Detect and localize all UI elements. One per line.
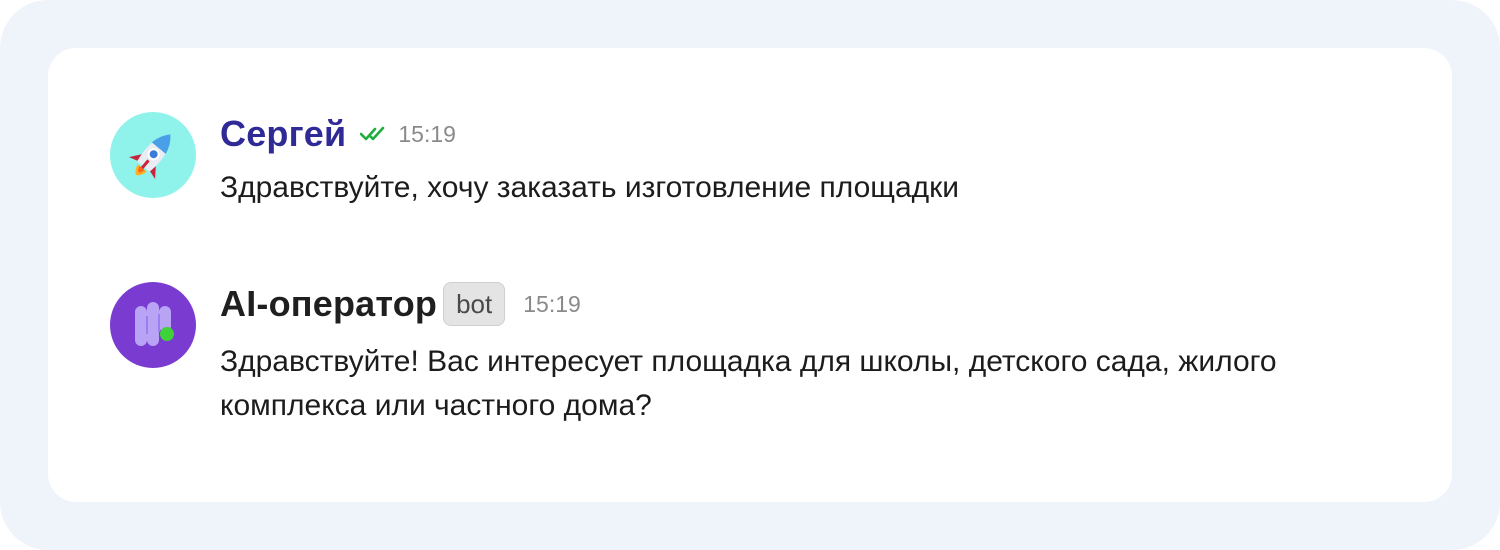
double-check-icon [360,125,390,143]
message-text: Здравствуйте! Вас интересует площадка дл… [220,345,1277,422]
message-time: 15:19 [398,120,456,147]
rocket-icon [129,134,171,179]
bot-avatar[interactable] [110,282,196,368]
author-name[interactable]: AI-оператор [220,283,437,325]
message-meta: AI-оператор bot 15:19 [220,282,581,326]
message-meta: Сергей 15:19 [220,112,456,156]
user-avatar[interactable] [110,112,196,198]
author-name[interactable]: Сергей [220,113,346,155]
bot-badge: bot [443,282,506,326]
message-text: Здравствуйте, хочу заказать изготовление… [220,171,960,204]
chat-card: Сергей 15:19 Здравствуйте, хочу заказать… [48,48,1452,502]
ai-operator-logo-icon [135,302,174,346]
message-time: 15:19 [523,290,581,317]
